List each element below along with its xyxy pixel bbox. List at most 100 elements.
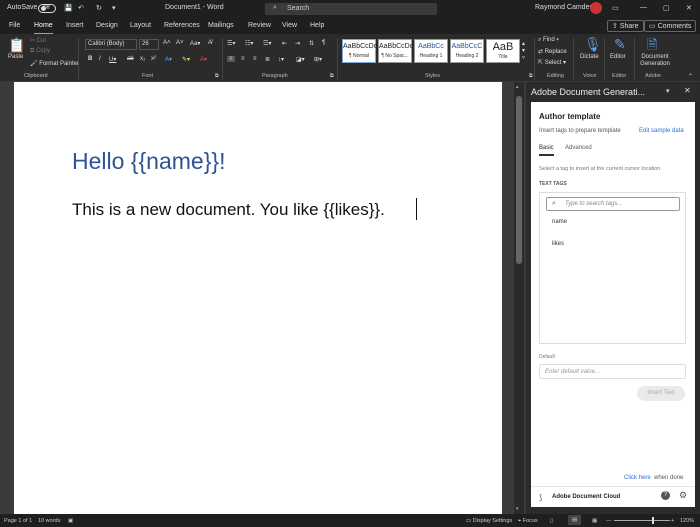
vertical-scrollbar[interactable]: ▴ ▾ (514, 82, 524, 514)
bullets-icon[interactable]: ☰▾ (227, 40, 235, 47)
numbering-icon[interactable]: ☷▾ (245, 40, 253, 47)
text-effects-icon[interactable]: A▾ (165, 56, 172, 63)
font-name-dropdown[interactable]: Calibri (Body) (85, 39, 137, 50)
tab-basic[interactable]: Basic (539, 145, 554, 156)
web-layout-icon[interactable]: ▦ (592, 518, 597, 524)
insert-text-button[interactable]: Insert Text (637, 386, 685, 401)
subscript-icon[interactable]: x₂ (140, 56, 145, 62)
paragraph-dialog-launcher-icon[interactable]: ⧉ (330, 73, 334, 79)
editor-icon[interactable]: ✎ (614, 36, 626, 53)
document-page[interactable]: Hello {{name}}! This is a new document. … (14, 82, 502, 514)
styles-more-icon[interactable]: ▴ ▾ ▿ (522, 40, 525, 61)
replace-button[interactable]: ⇄ Replace (538, 48, 567, 55)
style-title[interactable]: AaB Title (486, 39, 520, 63)
decrease-indent-icon[interactable]: ⇤ (282, 40, 287, 47)
align-left-icon[interactable]: ≡ (227, 56, 235, 62)
document-generation-button[interactable]: Document Generation (638, 54, 672, 68)
undo-icon[interactable]: ↶ (78, 4, 84, 12)
ribbon-display-icon[interactable]: ▭ (612, 4, 619, 12)
scrollbar-thumb[interactable] (516, 96, 522, 264)
edit-sample-data-link[interactable]: Edit sample data (639, 128, 684, 134)
page-count[interactable]: Page 1 of 1 (4, 518, 32, 524)
microphone-icon[interactable]: 🎙 (584, 36, 602, 53)
justify-icon[interactable]: ≣ (265, 56, 270, 63)
tab-help[interactable]: Help (310, 22, 324, 29)
font-size-dropdown[interactable]: 26 (139, 39, 159, 50)
show-marks-icon[interactable]: ¶ (322, 40, 325, 46)
style-no-spacing[interactable]: AaBbCcDc ¶ No Spac... (378, 39, 413, 63)
change-case-icon[interactable]: Aa▾ (190, 40, 200, 47)
tag-item-likes[interactable]: likes (552, 241, 564, 247)
grow-font-icon[interactable]: A˄ (163, 40, 171, 46)
display-settings-button[interactable]: ▭ Display Settings (466, 518, 512, 524)
word-count[interactable]: 10 words (38, 518, 60, 524)
styles-dialog-launcher-icon[interactable]: ⧉ (529, 73, 533, 79)
editor-button[interactable]: Editor (610, 54, 626, 60)
shrink-font-icon[interactable]: A˅ (176, 40, 184, 46)
settings-gear-icon[interactable]: ⚙ (679, 490, 687, 501)
tag-search-input[interactable]: ⌕ Type to search tags... (546, 197, 680, 211)
print-layout-icon[interactable]: ▤ (568, 515, 582, 525)
align-right-icon[interactable]: ≡ (253, 56, 257, 62)
zoom-slider[interactable] (614, 520, 670, 521)
pane-options-icon[interactable]: ▾ (666, 87, 670, 95)
select-button[interactable]: ⇱ Select ▾ (538, 59, 566, 66)
zoom-slider-thumb[interactable] (652, 517, 654, 524)
style-normal[interactable]: AaBbCcDc ¶ Normal (342, 39, 377, 63)
pane-close-icon[interactable]: ✕ (684, 86, 691, 95)
borders-icon[interactable]: ⊞▾ (314, 56, 322, 63)
superscript-icon[interactable]: x² (151, 56, 156, 62)
tab-mailings[interactable]: Mailings (208, 22, 234, 29)
italic-icon[interactable]: I (99, 56, 101, 62)
tab-file[interactable]: File (9, 22, 20, 29)
shading-icon[interactable]: ◪▾ (296, 56, 305, 63)
tab-references[interactable]: References (164, 22, 200, 29)
format-painter-button[interactable]: 🖌 Format Painter (30, 60, 79, 67)
font-color-icon[interactable]: A▾ (200, 56, 207, 63)
zoom-out-icon[interactable]: — (606, 518, 612, 524)
style-heading-1[interactable]: AaBbCc Heading 1 (414, 39, 448, 63)
minimize-icon[interactable]: — (640, 4, 647, 11)
document-body-text[interactable]: This is a new document. You like {{likes… (72, 200, 385, 220)
document-heading[interactable]: Hello {{name}}! (72, 148, 225, 175)
increase-indent-icon[interactable]: ⇥ (295, 40, 300, 47)
tab-layout[interactable]: Layout (130, 22, 151, 29)
scroll-down-icon[interactable]: ▾ (516, 506, 519, 512)
comments-button[interactable]: ▭ Comments (644, 20, 697, 32)
multilevel-list-icon[interactable]: ☲▾ (263, 40, 271, 47)
paste-button[interactable]: Paste (8, 54, 23, 60)
save-icon[interactable]: 💾 (64, 4, 73, 12)
tag-item-name[interactable]: name (552, 219, 567, 225)
align-center-icon[interactable]: ≡ (241, 56, 245, 62)
tab-review[interactable]: Review (248, 22, 271, 29)
font-dialog-launcher-icon[interactable]: ⧉ (215, 73, 219, 79)
maximize-icon[interactable]: ▢ (663, 4, 670, 12)
highlight-icon[interactable]: ✎▾ (182, 56, 190, 63)
zoom-level[interactable]: 120% (680, 518, 694, 524)
zoom-in-icon[interactable]: + (671, 518, 674, 524)
read-mode-icon[interactable]: ▯ (550, 518, 553, 524)
tab-insert[interactable]: Insert (66, 22, 84, 29)
close-icon[interactable]: ✕ (686, 4, 692, 12)
underline-icon[interactable]: U▾ (109, 56, 116, 63)
customize-qat-icon[interactable]: ▾ (112, 4, 116, 12)
cut-button[interactable]: ✂ Cut (30, 37, 46, 44)
share-button[interactable]: ⇪ Share (607, 20, 644, 32)
tab-advanced[interactable]: Advanced (565, 145, 592, 151)
dictate-button[interactable]: Dictate (580, 54, 599, 60)
paste-icon[interactable]: 📋 (8, 37, 25, 54)
collapse-ribbon-icon[interactable]: ⌃ (688, 73, 693, 80)
tab-view[interactable]: View (282, 22, 297, 29)
redo-icon[interactable]: ↻ (96, 4, 102, 12)
click-here-link[interactable]: Click here (624, 475, 651, 481)
line-spacing-icon[interactable]: ↕▾ (278, 56, 284, 63)
tab-design[interactable]: Design (96, 22, 118, 29)
avatar[interactable] (590, 2, 602, 14)
find-button[interactable]: ⌕ Find ▾ (538, 37, 559, 44)
focus-button[interactable]: ⌖ Focus (518, 518, 538, 525)
scroll-up-icon[interactable]: ▴ (516, 84, 519, 90)
sort-icon[interactable]: ⇅ (309, 40, 314, 47)
default-value-input[interactable]: Enter default value... (539, 364, 686, 379)
copy-button[interactable]: ⧉ Copy (30, 48, 50, 55)
style-heading-2[interactable]: AaBbCcC Heading 2 (450, 39, 484, 63)
